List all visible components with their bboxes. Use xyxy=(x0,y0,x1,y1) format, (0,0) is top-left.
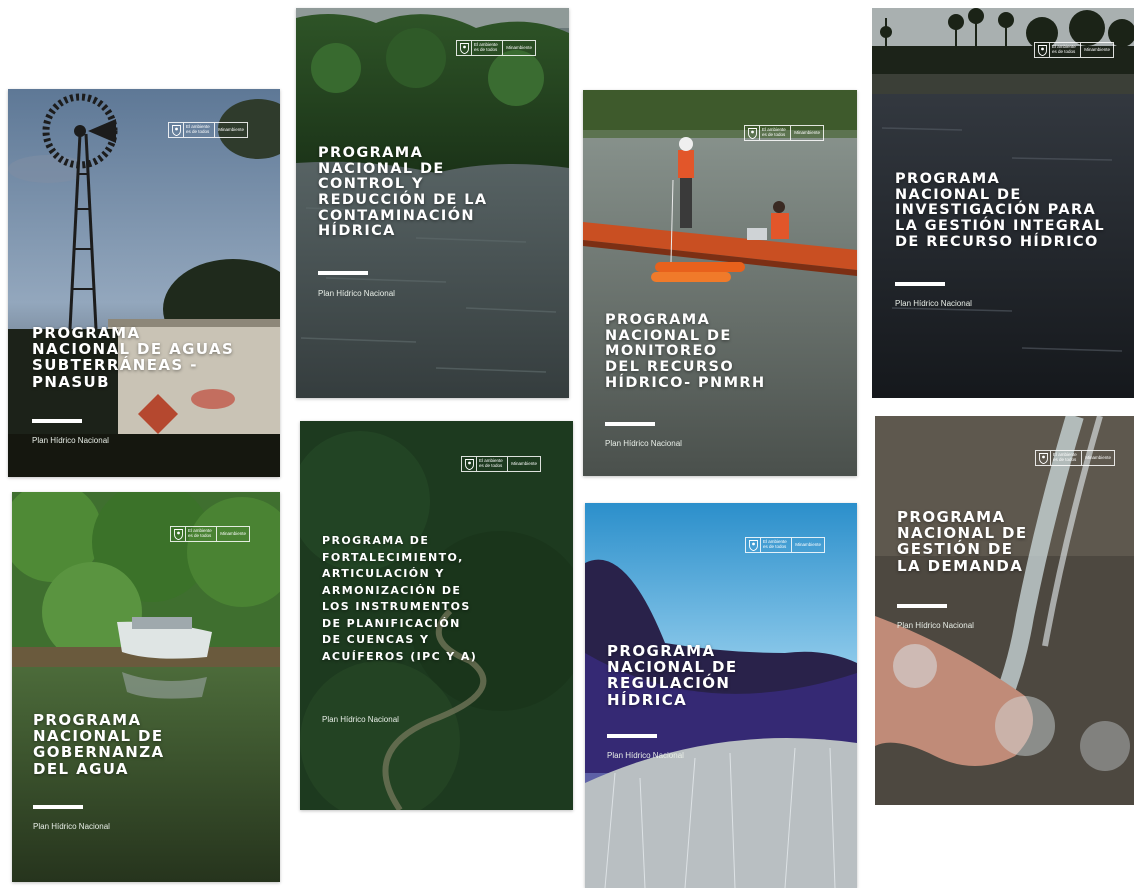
coat-of-arms-icon xyxy=(171,527,185,541)
cover-title: PROGRAMA NACIONAL DE INVESTIGACIÓN PARA … xyxy=(895,171,1106,250)
cover-regulacion[interactable]: El ambiente es de todos Minambiente PROG… xyxy=(585,503,857,888)
cover-subtitle: Plan Hídrico Nacional xyxy=(32,436,109,445)
cover-title: PROGRAMA DE FORTALECIMIENTO, ARTICULACIÓ… xyxy=(322,534,478,663)
brand-ministry: Minambiente xyxy=(218,126,244,132)
boat-monitoring-photo xyxy=(583,90,857,476)
brand-slogan: El ambiente es de todos xyxy=(186,124,210,134)
brand-slogan: El ambiente es de todos xyxy=(188,528,212,538)
cover-title: PROGRAMA NACIONAL DE GOBERNANZA DEL AGUA xyxy=(33,711,165,778)
cover-subtitle: Plan Hídrico Nacional xyxy=(897,621,974,630)
cover-title: PROGRAMA NACIONAL DE AGUAS SUBTERRÁNEAS … xyxy=(32,324,235,391)
brand-ministry: Minambiente xyxy=(506,44,532,50)
coat-of-arms-icon xyxy=(745,126,759,140)
brand-logo: El ambiente es de todos Minambiente xyxy=(168,122,248,138)
brand-slogan: El ambiente es de todos xyxy=(479,458,503,468)
coat-of-arms-icon xyxy=(1036,451,1050,465)
brand-ministry: Minambiente xyxy=(795,541,821,547)
coat-of-arms-icon xyxy=(746,538,760,552)
brand-slogan: El ambiente es de todos xyxy=(474,42,498,52)
cover-demanda[interactable]: El ambiente es de todos Minambiente PROG… xyxy=(875,416,1134,805)
cover-subtitle: Plan Hídrico Nacional xyxy=(318,289,395,298)
coat-of-arms-icon xyxy=(457,41,471,55)
cover-title: PROGRAMA NACIONAL DE CONTROL Y REDUCCIÓN… xyxy=(318,145,488,240)
title-underline xyxy=(605,422,655,426)
brand-logo: El ambiente es de todos Minambiente xyxy=(456,40,536,56)
coat-of-arms-icon xyxy=(1035,43,1049,57)
title-underline xyxy=(32,419,82,423)
brand-logo: El ambiente es de todos Minambiente xyxy=(461,456,541,472)
brand-logo: El ambiente es de todos Minambiente xyxy=(745,537,825,553)
cover-aguas-subterraneas[interactable]: El ambiente es de todos Minambiente PROG… xyxy=(8,89,280,477)
cover-subtitle: Plan Hídrico Nacional xyxy=(605,439,682,448)
coat-of-arms-icon xyxy=(169,123,183,137)
brand-ministry: Minambiente xyxy=(1084,46,1110,52)
cover-subtitle: Plan Hídrico Nacional xyxy=(33,822,110,831)
brand-ministry: Minambiente xyxy=(511,460,537,466)
cover-subtitle: Plan Hídrico Nacional xyxy=(607,751,684,760)
brand-ministry: Minambiente xyxy=(794,129,820,135)
brand-logo: El ambiente es de todos Minambiente xyxy=(1035,450,1115,466)
title-underline xyxy=(607,734,657,738)
brand-slogan: El ambiente es de todos xyxy=(763,539,787,549)
brand-logo: El ambiente es de todos Minambiente xyxy=(1034,42,1114,58)
brand-logo: El ambiente es de todos Minambiente xyxy=(170,526,250,542)
brand-ministry: Minambiente xyxy=(220,530,246,536)
cover-fortalecimiento[interactable]: El ambiente es de todos Minambiente PROG… xyxy=(300,421,573,810)
cover-subtitle: Plan Hídrico Nacional xyxy=(895,299,972,308)
water-hand-photo xyxy=(875,416,1134,805)
cover-title: PROGRAMA NACIONAL DE MONITOREO DEL RECUR… xyxy=(605,312,766,391)
cover-title: PROGRAMA NACIONAL DE REGULACIÓN HÍDRICA xyxy=(607,642,738,709)
coat-of-arms-icon xyxy=(462,457,476,471)
brand-slogan: El ambiente es de todos xyxy=(762,127,786,137)
title-underline xyxy=(895,282,945,286)
cover-subtitle: Plan Hídrico Nacional xyxy=(322,715,399,724)
title-underline xyxy=(318,271,368,275)
cover-investigacion[interactable]: El ambiente es de todos Minambiente PROG… xyxy=(872,8,1134,398)
cover-title: PROGRAMA NACIONAL DE GESTIÓN DE LA DEMAN… xyxy=(897,508,1028,575)
brand-logo: El ambiente es de todos Minambiente xyxy=(744,125,824,141)
brand-ministry: Minambiente xyxy=(1085,454,1111,460)
title-underline xyxy=(33,805,83,809)
title-underline xyxy=(897,604,947,608)
brand-slogan: El ambiente es de todos xyxy=(1053,452,1077,462)
cover-gobernanza[interactable]: El ambiente es de todos Minambiente PROG… xyxy=(12,492,280,882)
brand-slogan: El ambiente es de todos xyxy=(1052,44,1076,54)
cover-control-contaminacion[interactable]: El ambiente es de todos Minambiente PROG… xyxy=(296,8,569,398)
cover-monitoreo[interactable]: El ambiente es de todos Minambiente PROG… xyxy=(583,90,857,476)
